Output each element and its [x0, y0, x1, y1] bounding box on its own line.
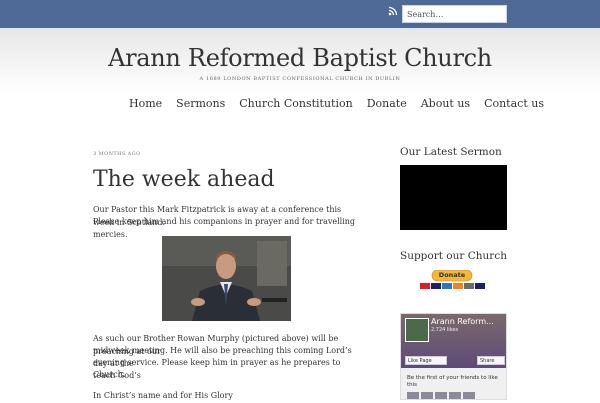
- card-other-icon: [475, 283, 485, 289]
- card-discover-icon: [453, 283, 463, 289]
- nav-church-constitution[interactable]: Church Constitution: [239, 97, 352, 110]
- friend-thumbnail: [435, 392, 447, 399]
- card-visa-icon: [431, 283, 441, 289]
- donate-label: Donate: [438, 271, 466, 279]
- main-nav: Home Sermons Church Constitution Donate …: [129, 97, 544, 110]
- friend-thumbnail: [407, 392, 419, 399]
- sermon-video-player[interactable]: [400, 165, 507, 230]
- top-bar: [0, 0, 600, 28]
- search-input[interactable]: [402, 5, 507, 23]
- nav-about-us[interactable]: About us: [421, 97, 470, 110]
- support-heading: Support our Church: [400, 250, 507, 262]
- site-title[interactable]: Arann Reformed Baptist Church: [0, 44, 600, 72]
- donate-button[interactable]: Donate: [420, 270, 485, 292]
- friend-thumbnail: [463, 392, 475, 399]
- facebook-like-count: 2,724 likes: [431, 327, 459, 333]
- facebook-like-page-button[interactable]: Like Page: [405, 356, 447, 365]
- facebook-friends-text: Be the first of your friends to like thi…: [407, 375, 498, 388]
- nav-donate[interactable]: Donate: [367, 97, 407, 110]
- card-amex-icon: [442, 283, 452, 289]
- nav-home[interactable]: Home: [129, 97, 162, 110]
- nav-sermons[interactable]: Sermons: [176, 97, 225, 110]
- facebook-page-name[interactable]: Arann Reform...: [431, 317, 494, 326]
- friend-thumbnail: [449, 392, 461, 399]
- post-date[interactable]: 3 MONTHS AGO: [93, 151, 141, 157]
- card-mastercard-icon: [420, 283, 430, 289]
- facebook-friend-thumbnails: [407, 392, 475, 399]
- site-tagline: A 1689 LONDON BAPTIST CONFESSIONAL CHURC…: [199, 76, 401, 82]
- friend-thumbnail: [421, 392, 433, 399]
- rss-icon[interactable]: [388, 6, 398, 16]
- latest-sermon-heading: Our Latest Sermon: [400, 146, 502, 158]
- post-photo: [162, 236, 291, 321]
- facebook-page-avatar[interactable]: [405, 318, 429, 342]
- post-title[interactable]: The week ahead: [93, 167, 275, 192]
- post-paragraph-3: In Christ’s name and for His Glory: [93, 391, 233, 400]
- facebook-page-widget[interactable]: Arann Reform... 2,724 likes Like Page Sh…: [400, 313, 507, 400]
- nav-contact-us[interactable]: Contact us: [484, 97, 544, 110]
- post-paragraph-2d: Church.: [93, 370, 126, 379]
- card-bank-icon: [464, 283, 474, 289]
- facebook-share-button[interactable]: Share: [477, 356, 505, 365]
